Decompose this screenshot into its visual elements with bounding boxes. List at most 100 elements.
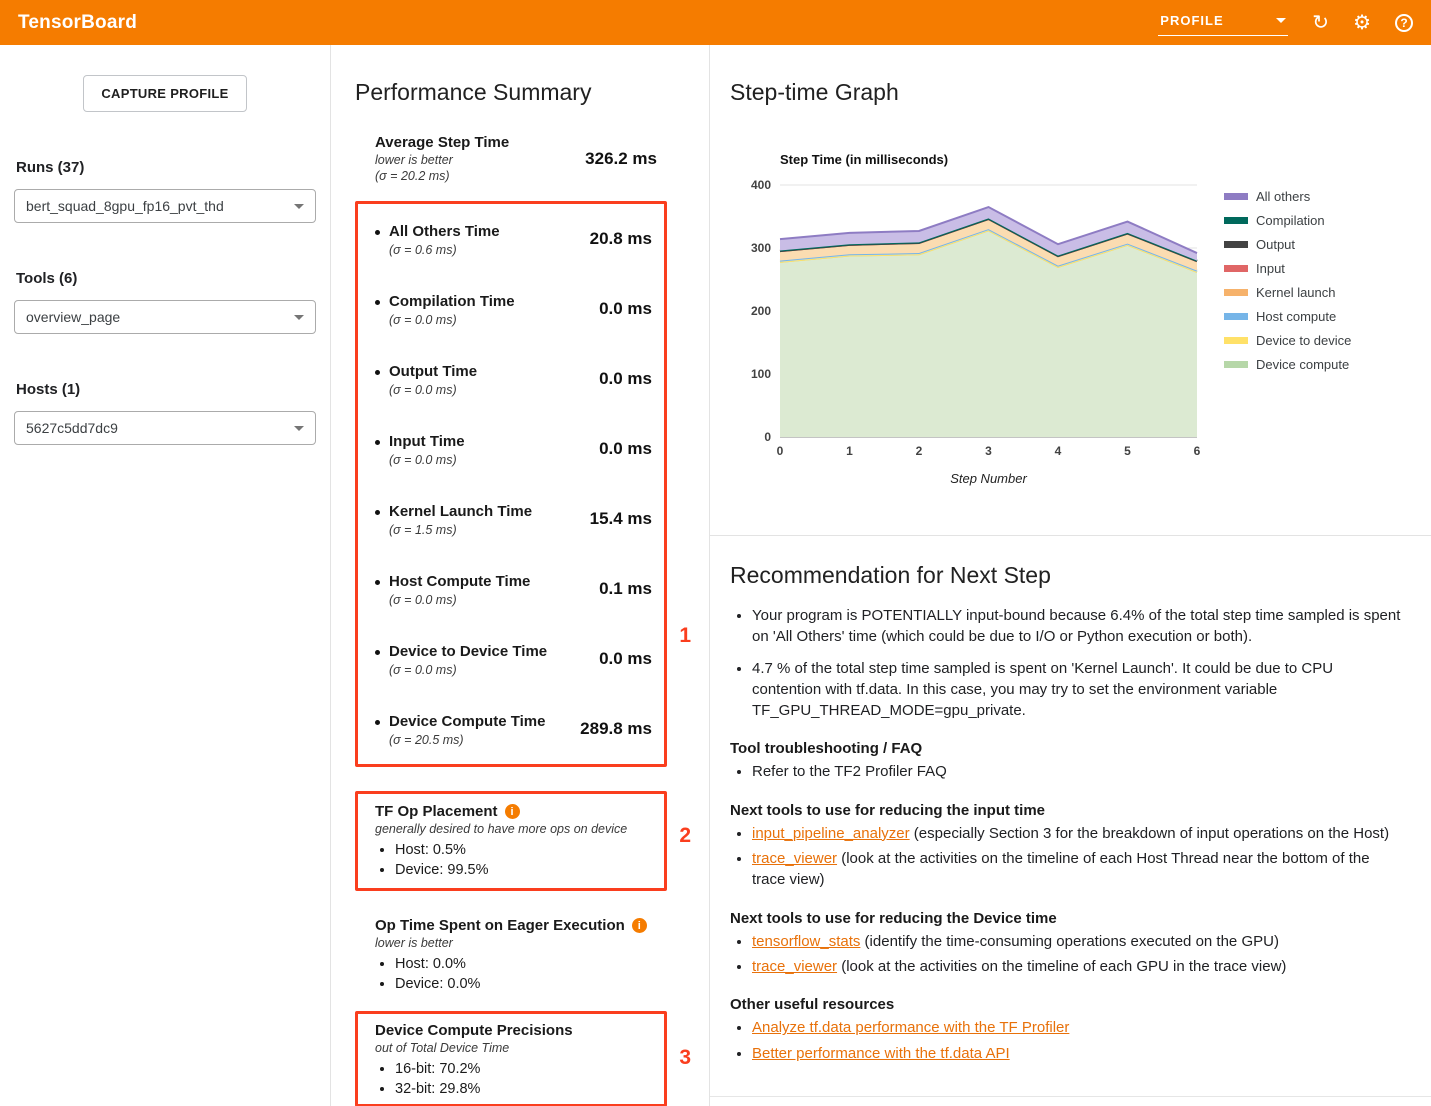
- header-actions: PROFILE ↻ ⚙ ?: [1158, 10, 1413, 36]
- legend-label: All others: [1256, 189, 1310, 204]
- recommendation-title: Recommendation for Next Step: [730, 562, 1405, 589]
- tool-link[interactable]: trace_viewer: [752, 850, 837, 867]
- list-item-text: (look at the activities on the timeline …: [837, 958, 1286, 975]
- list-item: Refer to the TF2 Profiler FAQ: [752, 761, 1405, 782]
- eager-execution-list: Host: 0.0% Device: 0.0%: [375, 955, 667, 993]
- runs-select[interactable]: bert_squad_8gpu_fp16_pvt_thd: [14, 189, 316, 223]
- legend-swatch: [1224, 241, 1248, 248]
- section-heading: Tool troubleshooting / FAQ: [730, 740, 1405, 757]
- tool-link[interactable]: trace_viewer: [752, 958, 837, 975]
- eager-execution-block: Op Time Spent on Eager Execution i lower…: [355, 917, 667, 993]
- recommendation-bullet: 4.7 % of the total step time sampled is …: [752, 658, 1405, 722]
- eager-execution-title: Op Time Spent on Eager Execution i: [375, 917, 667, 934]
- list-item: 32-bit: 29.8%: [395, 1080, 652, 1098]
- block-title-text: Op Time Spent on Eager Execution: [375, 917, 625, 934]
- block-title-text: TF Op Placement: [375, 803, 498, 820]
- reload-icon[interactable]: ↻: [1312, 13, 1329, 33]
- metric-row: Host Compute Time (σ = 0.0 ms) 0.1 ms: [358, 554, 664, 624]
- annotation-number: 1: [679, 624, 691, 648]
- tool-link[interactable]: input_pipeline_analyzer: [752, 825, 910, 842]
- performance-summary-title: Performance Summary: [355, 79, 709, 106]
- svg-text:6: 6: [1194, 444, 1201, 458]
- info-icon[interactable]: i: [632, 918, 647, 933]
- metric-label: Average Step Time: [375, 134, 509, 151]
- capture-profile-button[interactable]: CAPTURE PROFILE: [83, 75, 246, 112]
- legend-label: Input: [1256, 261, 1285, 276]
- tool-link[interactable]: tensorflow_stats: [752, 933, 860, 950]
- metric-sigma: (σ = 0.0 ms): [389, 663, 547, 677]
- dashboard-selector[interactable]: PROFILE: [1158, 10, 1288, 36]
- svg-text:0: 0: [777, 444, 784, 458]
- device-precisions-list: 16-bit: 70.2% 32-bit: 29.8%: [375, 1060, 652, 1098]
- metric-sigma: (σ = 0.0 ms): [389, 593, 530, 607]
- legend-swatch: [1224, 265, 1248, 272]
- legend-swatch: [1224, 337, 1248, 344]
- legend-item-output: Output: [1224, 237, 1351, 252]
- bullet-dot: [375, 580, 380, 585]
- tools-select[interactable]: overview_page: [14, 300, 316, 334]
- svg-text:Step Number: Step Number: [950, 471, 1027, 486]
- section-heading: Next tools to use for reducing the input…: [730, 802, 1405, 819]
- hosts-label: Hosts (1): [16, 381, 316, 398]
- metric-label: Compilation Time: [389, 292, 515, 311]
- list-item: 16-bit: 70.2%: [395, 1060, 652, 1078]
- list-item: trace_viewer (look at the activities on …: [752, 956, 1405, 977]
- legend-label: Device compute: [1256, 357, 1349, 372]
- svg-text:1: 1: [846, 444, 853, 458]
- legend-item-device-compute: Device compute: [1224, 357, 1351, 372]
- metric-sigma: (σ = 20.2 ms): [375, 169, 509, 183]
- performance-summary-panel: Performance Summary Average Step Time lo…: [331, 45, 710, 1106]
- recommendation-panel: Recommendation for Next Step Your progra…: [710, 536, 1431, 1097]
- app-title: TensorBoard: [18, 12, 137, 34]
- block-subtitle: lower is better: [375, 936, 667, 950]
- svg-text:4: 4: [1055, 444, 1062, 458]
- svg-text:300: 300: [751, 241, 771, 255]
- annotation-box-1: 1 All Others Time (σ = 0.6 ms) 20.8 ms C…: [355, 201, 667, 767]
- legend-item-compilation: Compilation: [1224, 213, 1351, 228]
- section-heading: Other useful resources: [730, 996, 1405, 1013]
- metric-sigma: (σ = 0.0 ms): [389, 453, 465, 467]
- section-list: Refer to the TF2 Profiler FAQ: [730, 761, 1405, 782]
- metric-row: Output Time (σ = 0.0 ms) 0.0 ms: [358, 344, 664, 414]
- bullet-dot: [375, 650, 380, 655]
- legend-label: Kernel launch: [1256, 285, 1336, 300]
- runs-label: Runs (37): [16, 159, 316, 176]
- help-icon[interactable]: ?: [1395, 14, 1413, 32]
- list-item: trace_viewer (look at the activities on …: [752, 848, 1405, 891]
- metric-row: Compilation Time (σ = 0.0 ms) 0.0 ms: [358, 274, 664, 344]
- resource-link[interactable]: Analyze tf.data performance with the TF …: [752, 1019, 1069, 1036]
- svg-text:100: 100: [751, 367, 771, 381]
- metric-sigma: (σ = 20.5 ms): [389, 733, 545, 747]
- annotation-box-2: 2 TF Op Placement i generally desired to…: [355, 791, 667, 891]
- tensorboard-profile-page: TensorBoard PROFILE ↻ ⚙ ? CAPTURE PROFIL…: [0, 0, 1431, 1106]
- bullet-dot: [375, 230, 380, 235]
- metric-label: Output Time: [389, 362, 477, 381]
- info-icon[interactable]: i: [505, 804, 520, 819]
- block-title-text: Device Compute Precisions: [375, 1022, 573, 1039]
- metric-value: 0.1 ms: [599, 579, 652, 599]
- tools-label: Tools (6): [16, 270, 316, 287]
- chevron-down-icon: [294, 426, 304, 431]
- legend-item-host-compute: Host compute: [1224, 309, 1351, 324]
- dashboard-selector-value: PROFILE: [1160, 13, 1223, 28]
- metric-label: Kernel Launch Time: [389, 502, 532, 521]
- svg-text:400: 400: [751, 178, 771, 192]
- legend-label: Compilation: [1256, 213, 1325, 228]
- chevron-down-icon: [1276, 18, 1286, 23]
- metric-row: All Others Time (σ = 0.6 ms) 20.8 ms: [358, 204, 664, 274]
- runs-select-value: bert_squad_8gpu_fp16_pvt_thd: [26, 198, 224, 214]
- sidebar: CAPTURE PROFILE Runs (37) bert_squad_8gp…: [0, 45, 331, 1106]
- metric-note: lower is better: [375, 153, 509, 167]
- list-item: Better performance with the tf.data API: [752, 1043, 1405, 1064]
- block-subtitle: out of Total Device Time: [375, 1041, 652, 1055]
- svg-text:5: 5: [1124, 444, 1131, 458]
- legend-item-input: Input: [1224, 261, 1351, 276]
- legend-swatch: [1224, 193, 1248, 200]
- chevron-down-icon: [294, 315, 304, 320]
- legend-swatch: [1224, 289, 1248, 296]
- gear-icon[interactable]: ⚙: [1353, 13, 1371, 33]
- hosts-select[interactable]: 5627c5dd7dc9: [14, 411, 316, 445]
- annotation-number: 2: [679, 824, 691, 848]
- resource-link[interactable]: Better performance with the tf.data API: [752, 1045, 1010, 1062]
- block-subtitle: generally desired to have more ops on de…: [375, 822, 652, 836]
